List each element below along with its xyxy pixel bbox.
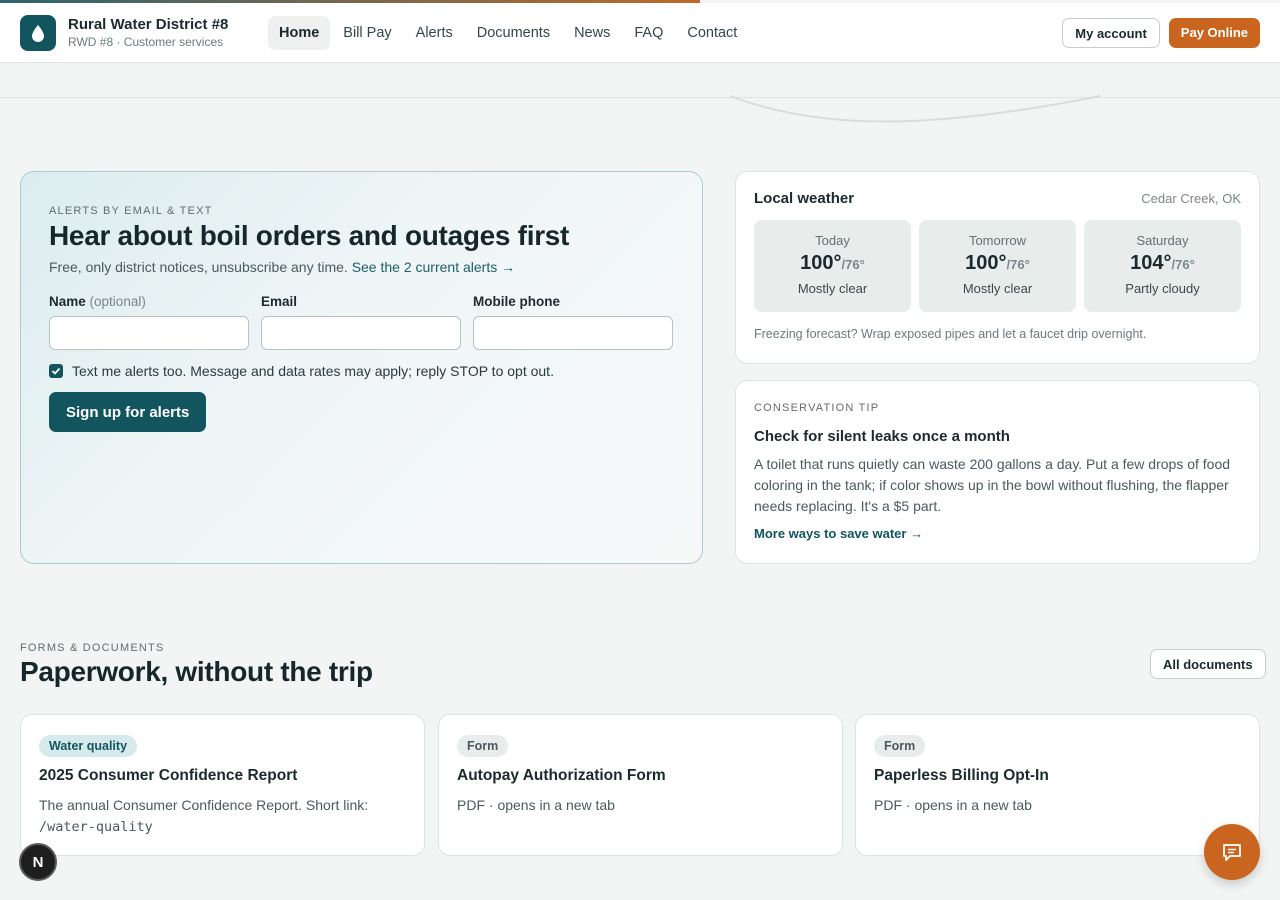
document-badge: Form <box>457 735 509 757</box>
signup-title: Hear about boil orders and outages first <box>49 220 570 251</box>
documents-title: Paperwork, without the trip <box>20 656 373 687</box>
nav-bill-pay[interactable]: Bill Pay <box>332 16 402 50</box>
signup-lead: Free, only district notices, unsubscribe… <box>49 259 674 275</box>
brand-name: Rural Water District #8 <box>68 16 229 33</box>
day-name: Saturday <box>1136 233 1189 248</box>
conservation-title: Check for silent leaks once a month <box>754 428 1010 445</box>
document-badge: Form <box>874 735 926 757</box>
phone-label: Mobile phone <box>473 294 560 309</box>
conservation-tip-card: CONSERVATION TIP Check for silent leaks … <box>735 380 1260 564</box>
brand-subtitle: RWD #8 · Customer services <box>68 35 224 49</box>
low-temp: /76° <box>1171 257 1195 272</box>
sms-consent-label: Text me alerts too. Message and data rat… <box>72 363 554 379</box>
document-description: PDF · opens in a new tab <box>457 797 615 813</box>
document-card[interactable]: Form Autopay Authorization Form PDF · op… <box>438 714 843 856</box>
pay-online-button[interactable]: Pay Online <box>1168 17 1260 48</box>
chat-bubble-icon <box>1223 844 1241 861</box>
conservation-body: A toilet that runs quietly can waste 200… <box>754 456 1231 514</box>
signup-eyebrow: ALERTS BY EMAIL & TEXT <box>49 205 213 217</box>
high-temp: 100° <box>800 252 842 274</box>
weather-card: Local weather Cedar Creek, OK Today 100°… <box>735 171 1260 364</box>
nav-faq[interactable]: FAQ <box>623 16 674 50</box>
nav-news[interactable]: News <box>563 16 621 50</box>
dev-tools-badge[interactable]: N <box>19 843 57 881</box>
nav-alerts[interactable]: Alerts <box>405 16 464 50</box>
document-title: Paperless Billing Opt-In <box>874 767 1049 784</box>
document-card[interactable]: Form Paperless Billing Opt-In PDF · open… <box>855 714 1260 856</box>
low-temp: /76° <box>1006 257 1030 272</box>
condition: Partly cloudy <box>1125 281 1200 296</box>
conservation-eyebrow: CONSERVATION TIP <box>754 402 880 414</box>
document-badge: Water quality <box>39 735 138 757</box>
checkmark-icon <box>51 367 61 375</box>
short-link[interactable]: /water-quality <box>39 819 153 835</box>
weather-title: Local weather <box>754 190 855 207</box>
documents-eyebrow: FORMS & DOCUMENTS <box>20 642 165 654</box>
sign-up-alerts-button[interactable]: Sign up for alerts <box>49 392 207 432</box>
email-input[interactable] <box>261 316 461 350</box>
document-title: Autopay Authorization Form <box>457 767 666 784</box>
chat-button[interactable] <box>1204 824 1260 880</box>
decorative-wave <box>729 95 1101 123</box>
all-documents-button[interactable]: All documents <box>1150 649 1266 679</box>
save-water-link[interactable]: More ways to save water → <box>754 526 1241 541</box>
nav-home[interactable]: Home <box>268 15 331 50</box>
forecast-day: Tomorrow 100°/76° Mostly clear <box>919 220 1076 312</box>
name-input[interactable] <box>49 316 249 350</box>
condition: Mostly clear <box>962 281 1033 296</box>
nav-contact[interactable]: Contact <box>676 16 748 50</box>
weather-tip: Freezing forecast? Wrap exposed pipes an… <box>754 327 1147 341</box>
high-temp: 100° <box>965 252 1007 274</box>
day-name: Tomorrow <box>968 233 1027 248</box>
weather-location: Cedar Creek, OK <box>1141 191 1241 206</box>
nav-documents[interactable]: Documents <box>466 16 561 50</box>
my-account-button[interactable]: My account <box>1062 17 1160 48</box>
alert-signup-panel: ALERTS BY EMAIL & TEXT Hear about boil o… <box>20 171 703 564</box>
document-description: PDF · opens in a new tab <box>874 797 1032 813</box>
high-temp: 104° <box>1130 252 1172 274</box>
sms-consent-checkbox[interactable] <box>49 364 63 378</box>
main-nav: Home Bill Pay Alerts Documents News FAQ … <box>268 15 748 50</box>
site-header: Rural Water District #8 RWD #8 · Custome… <box>0 3 1280 63</box>
document-card[interactable]: Water quality 2025 Consumer Confidence R… <box>20 714 425 856</box>
condition: Mostly clear <box>797 281 868 296</box>
mobile-phone-input[interactable] <box>473 316 673 350</box>
name-label: Name (optional) <box>49 294 146 309</box>
forecast-day: Saturday 104°/76° Partly cloudy <box>1084 220 1241 312</box>
signup-lead-text: Free, only district notices, unsubscribe… <box>49 259 348 275</box>
low-temp: /76° <box>841 257 865 272</box>
document-title: 2025 Consumer Confidence Report <box>39 767 298 784</box>
brand[interactable]: Rural Water District #8 RWD #8 · Custome… <box>20 14 268 51</box>
day-name: Today <box>815 233 850 248</box>
current-alerts-link[interactable]: See the 2 current alerts → <box>352 259 515 275</box>
email-label: Email <box>261 294 298 309</box>
forecast-day: Today 100°/76° Mostly clear <box>754 220 911 312</box>
document-description: The annual Consumer Confidence Report. S… <box>39 797 369 835</box>
water-drop-icon <box>20 14 56 51</box>
